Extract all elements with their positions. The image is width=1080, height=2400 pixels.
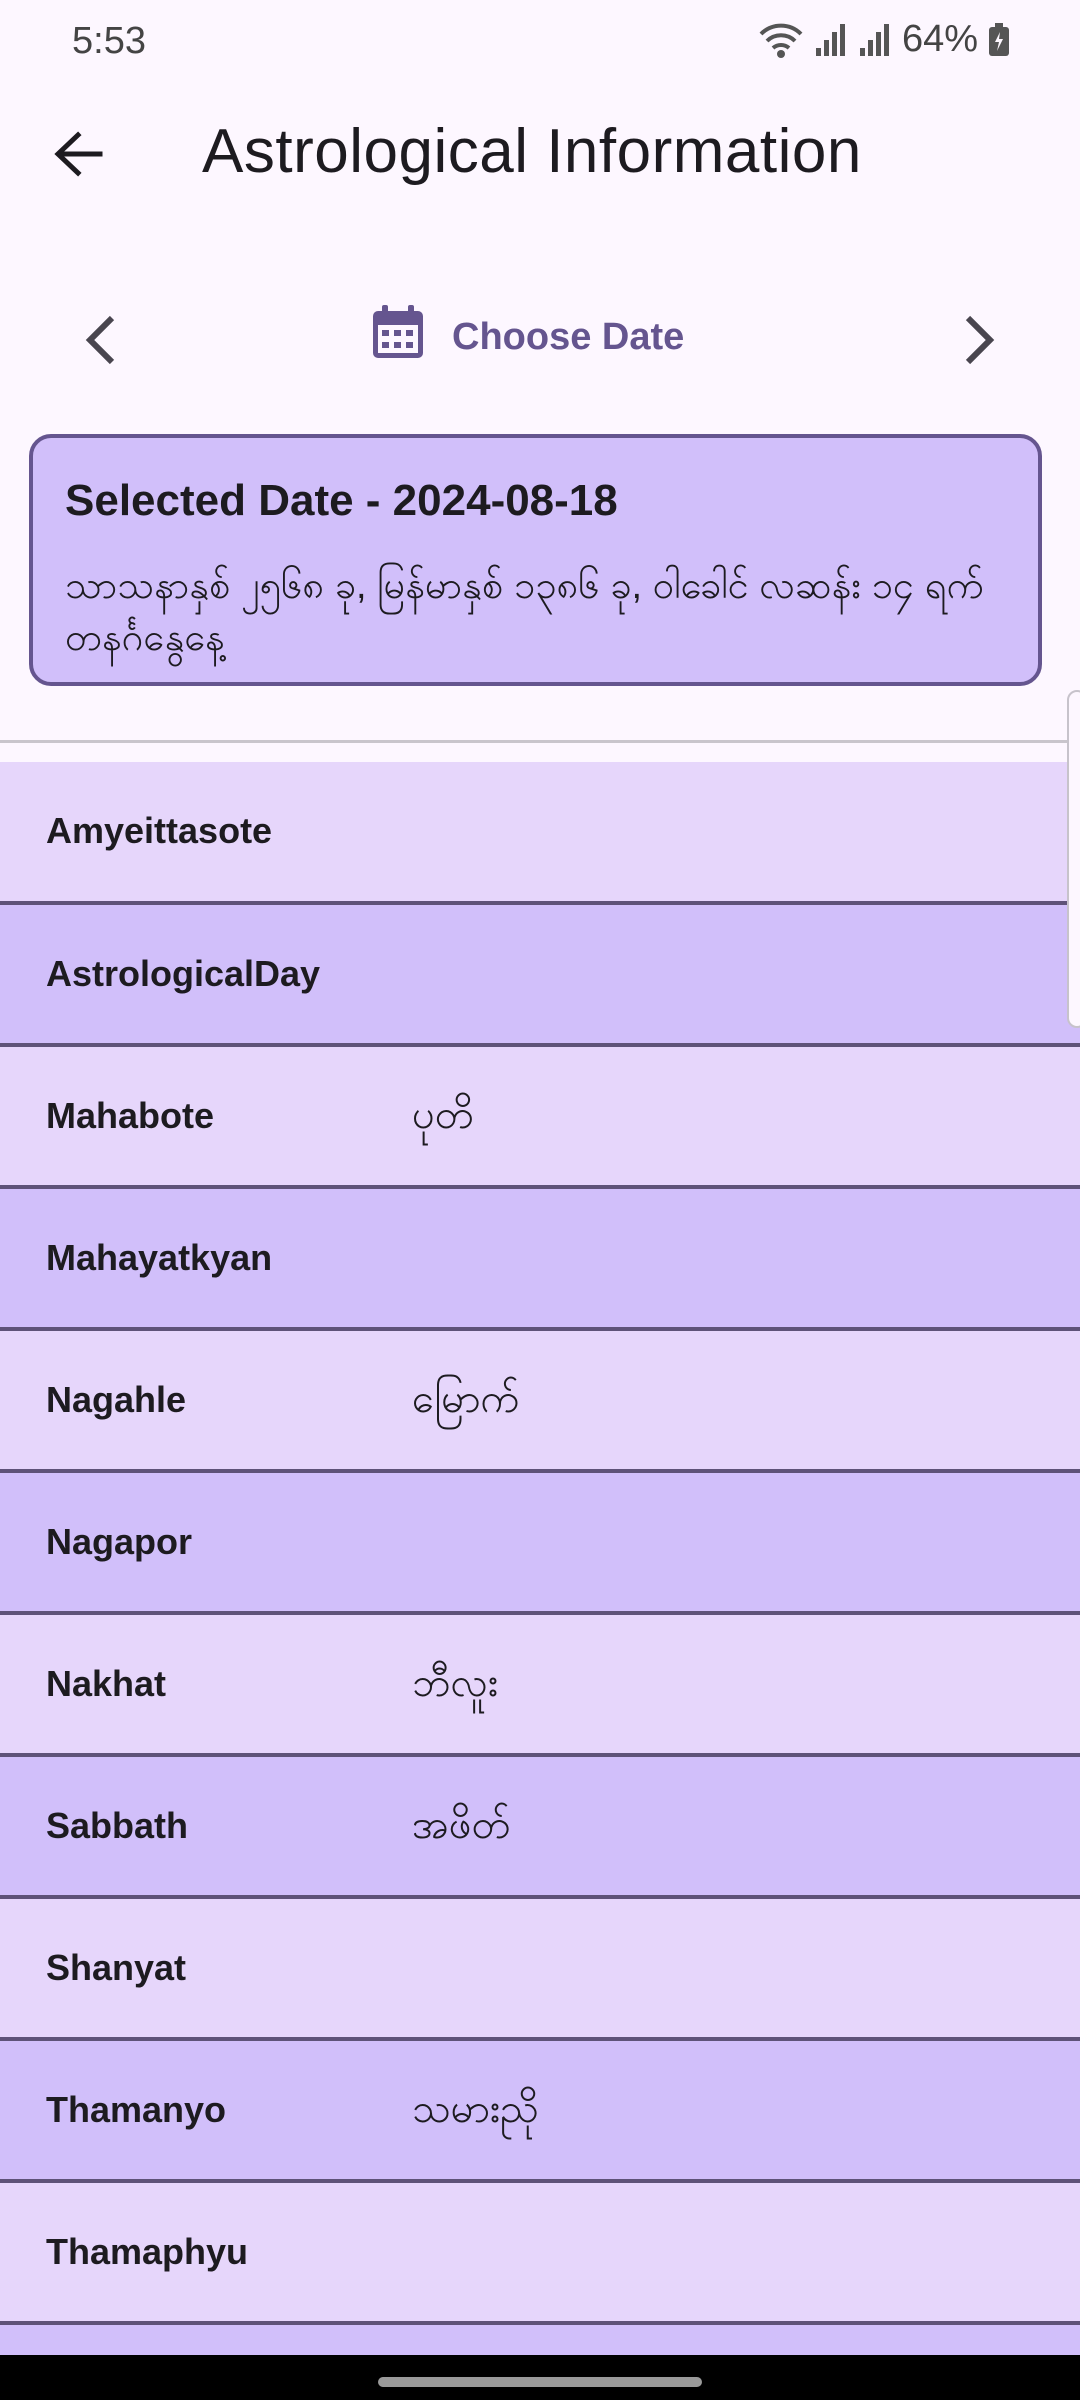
row-value: ပုတိ [412,1093,474,1137]
previous-date-button[interactable] [60,300,140,380]
row-value: မြောက် [412,1377,520,1421]
list-item: Sabbath အဖိတ် [0,1757,1080,1899]
row-value: ဘီလူး [412,1661,499,1705]
row-label: Thamanyo [46,2089,227,2130]
row-label: Mahayatkyan [46,1237,273,1278]
row-label: Nagahle [46,1379,187,1420]
arrow-back-icon [54,131,103,177]
system-navigation-bar [0,2355,1080,2400]
row-label: Nagapor [46,1521,193,1562]
selected-date-description: သာသနာနှစ် ၂၅၆၈ ခု, မြန်မာနှစ် ၁၃၈၆ ခု, ဝ… [65,565,984,659]
selected-date-title: Selected Date - 2024-08-18 [65,476,618,525]
status-icons: 64% [758,18,1010,61]
row-label: Thamaphyu [46,2231,249,2272]
list-item-partial [0,2325,1080,2359]
list-item: Thamanyo သမားညို [0,2041,1080,2183]
choose-date-button[interactable]: Choose Date [370,302,684,372]
status-time: 5:53 [72,20,146,62]
list-item: Mahabote ပုတိ [0,1047,1080,1189]
list-item: AstrologicalDay [0,905,1080,1047]
calendar-icon [370,303,426,371]
chevron-left-icon [85,315,115,365]
date-navigation: Choose Date [0,280,1080,390]
next-date-button[interactable] [940,300,1020,380]
row-label: Sabbath [46,1805,189,1846]
list-item: Shanyat [0,1899,1080,2041]
signal-icon [814,22,848,58]
status-bar: 5:53 64% [0,0,1080,86]
list-item: Amyeittasote [0,762,1080,905]
home-gesture-handle[interactable] [378,2377,702,2387]
chevron-right-icon [965,315,995,365]
wifi-icon [758,20,804,60]
list-item: Mahayatkyan [0,1189,1080,1331]
divider [0,740,1080,743]
battery-percent: 64% [901,18,978,60]
back-button[interactable] [40,116,116,192]
row-value: အဖိတ် [412,1803,511,1847]
app-bar: Astrological Information [0,86,1080,218]
selected-date-card: Selected Date - 2024-08-18 သာသနာနှစ် ၂၅၆… [29,434,1042,686]
astrological-info-list: Amyeittasote AstrologicalDay Mahabote ပု… [0,762,1080,2359]
row-value: သမားညို [412,2087,539,2131]
row-label: AstrologicalDay [46,953,321,994]
row-label: Amyeittasote [46,810,273,851]
row-label: Nakhat [46,1663,167,1704]
scrollbar-handle[interactable] [1067,690,1080,1028]
row-label: Shanyat [46,1947,187,1988]
signal-icon-2 [858,22,892,58]
list-item: Thamaphyu [0,2183,1080,2325]
list-item: Nakhat ဘီလူး [0,1615,1080,1757]
list-item: Nagahle မြောက် [0,1331,1080,1473]
list-item: Nagapor [0,1473,1080,1615]
row-label: Mahabote [46,1095,215,1136]
page-title: Astrological Information [202,117,862,186]
battery-icon [988,22,1010,57]
choose-date-label: Choose Date [452,315,685,358]
